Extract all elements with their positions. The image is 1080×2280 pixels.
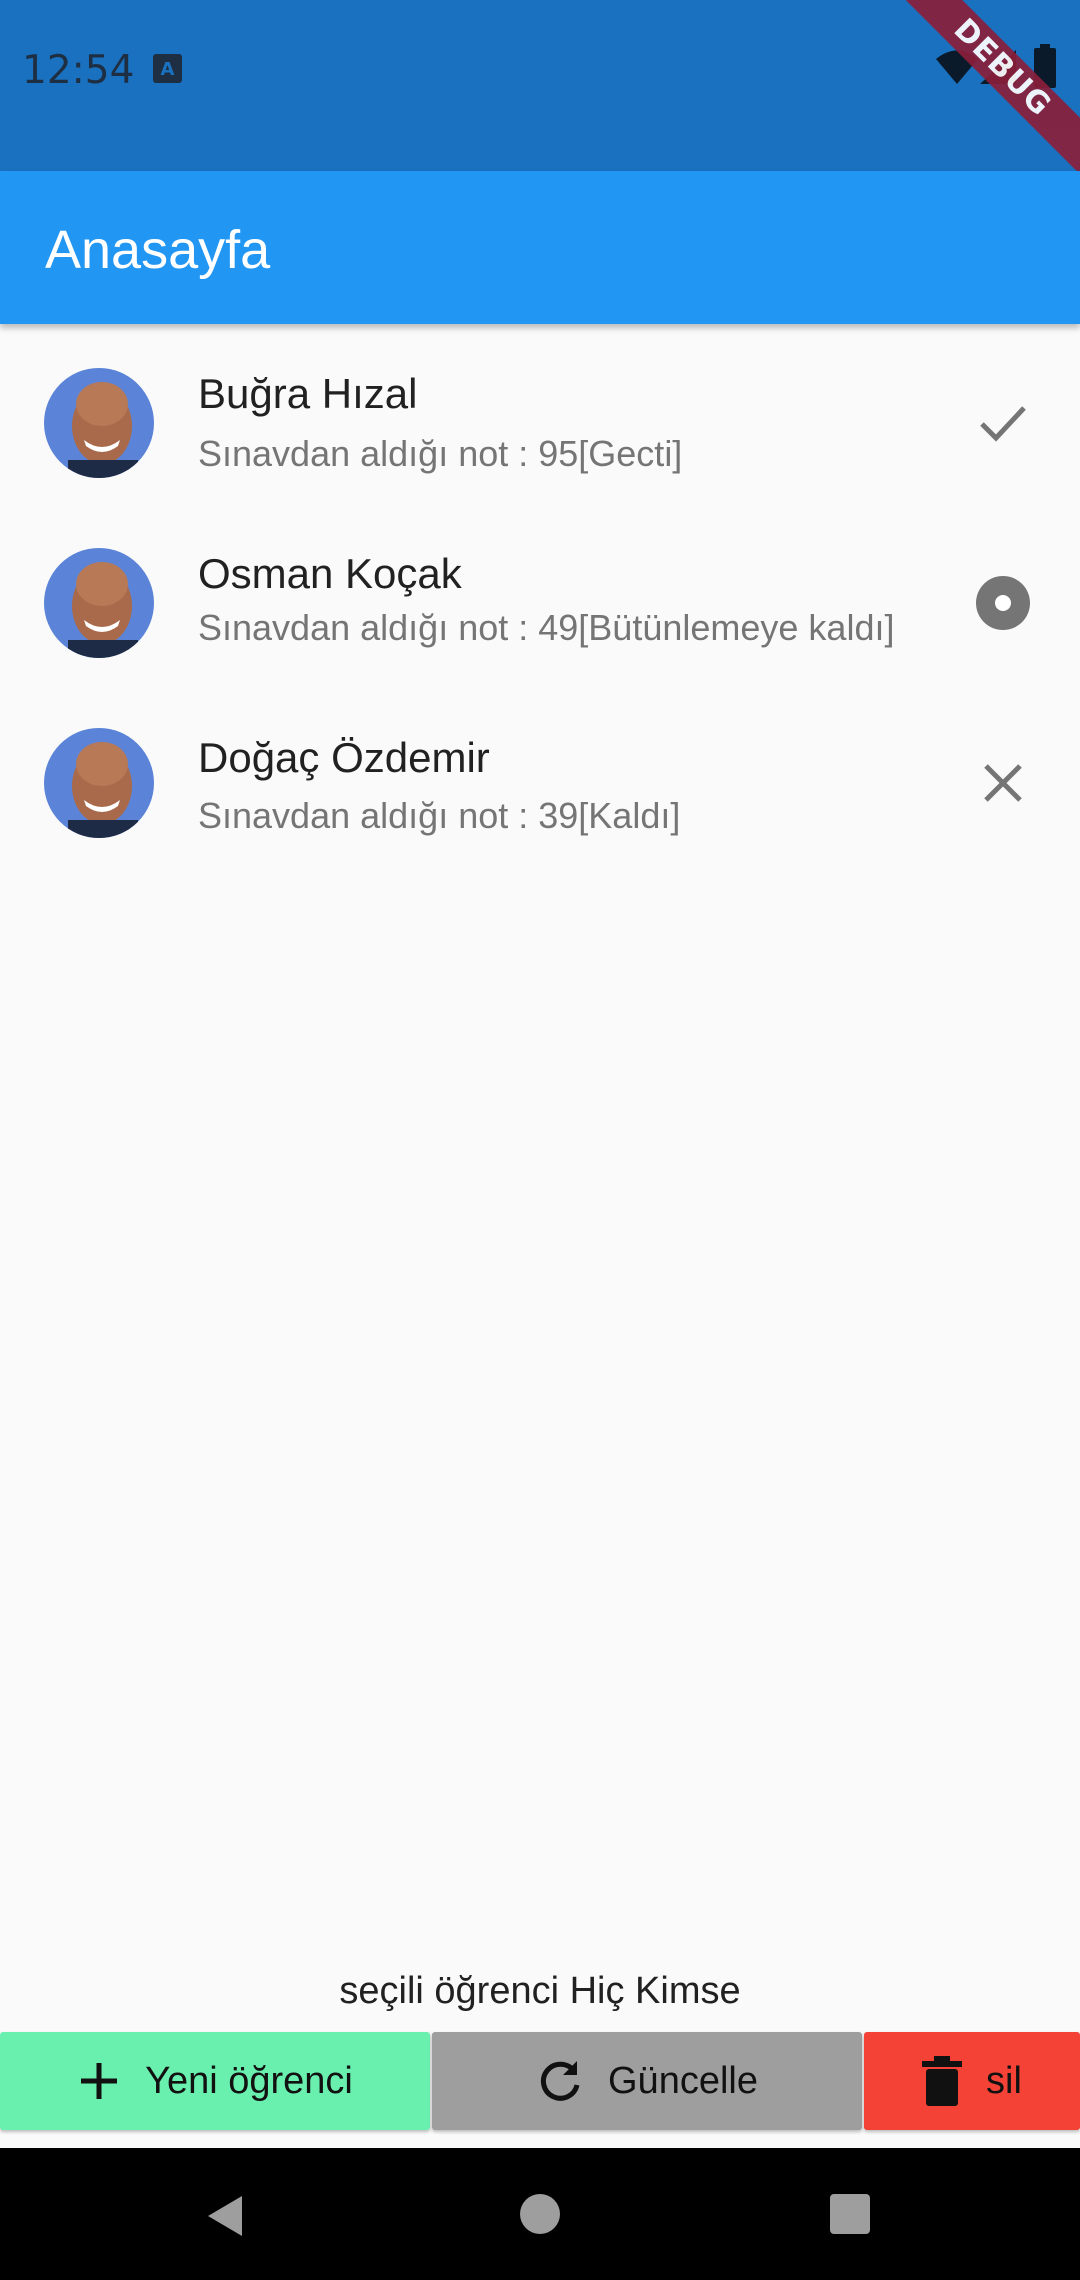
home-icon[interactable] [518, 2192, 562, 2236]
trash-icon [922, 2056, 963, 2106]
recents-icon[interactable] [828, 2192, 872, 2236]
list-item[interactable]: Buğra Hızal Sınavdan aldığı not : 95[Gec… [0, 324, 1080, 504]
delete-label: sil [986, 2059, 1022, 2102]
selected-student-text: seçili öğrenci Hiç Kimse [339, 1970, 741, 2012]
avatar [44, 728, 154, 838]
list-item[interactable]: Doğaç Özdemir Sınavdan aldığı not : 39[K… [0, 684, 1080, 864]
student-name: Doğaç Özdemir [198, 734, 490, 781]
new-student-button[interactable]: Yeni öğrenci [0, 2032, 430, 2130]
status-bar: 12:54 A DEBUG [0, 0, 1080, 189]
update-label: Güncelle [608, 2059, 758, 2102]
add-icon [81, 2063, 118, 2099]
a-icon: A [153, 54, 182, 83]
new-student-label: Yeni öğrenci [145, 2059, 353, 2102]
student-name: Buğra Hızal [198, 370, 418, 417]
svg-text:A: A [161, 59, 175, 80]
check-icon [980, 406, 1026, 442]
avatar [44, 548, 154, 658]
student-grade: Sınavdan aldığı not : 39[Kaldı] [198, 795, 681, 836]
avatar [44, 368, 154, 478]
update-button[interactable]: Güncelle [432, 2032, 862, 2130]
student-name: Osman Koçak [198, 550, 462, 597]
close-icon [984, 764, 1022, 802]
refresh-icon [540, 2061, 580, 2101]
student-grade: Sınavdan aldığı not : 95[Gecti] [198, 433, 683, 474]
page-title: Anasayfa [45, 220, 271, 280]
radio-icon [976, 576, 1030, 630]
back-icon[interactable] [200, 2192, 248, 2240]
app-bar: Anasayfa [0, 171, 1080, 324]
debug-banner: DEBUG [881, 0, 1080, 189]
navigation-bar [0, 2148, 1080, 2280]
student-grade: Sınavdan aldığı not : 49[Bütünlemeye kal… [198, 607, 895, 648]
status-time: 12:54 [22, 48, 135, 93]
list-item[interactable]: Osman Koçak Sınavdan aldığı not : 49[Büt… [0, 504, 1080, 684]
delete-button[interactable]: sil [864, 2032, 1080, 2130]
